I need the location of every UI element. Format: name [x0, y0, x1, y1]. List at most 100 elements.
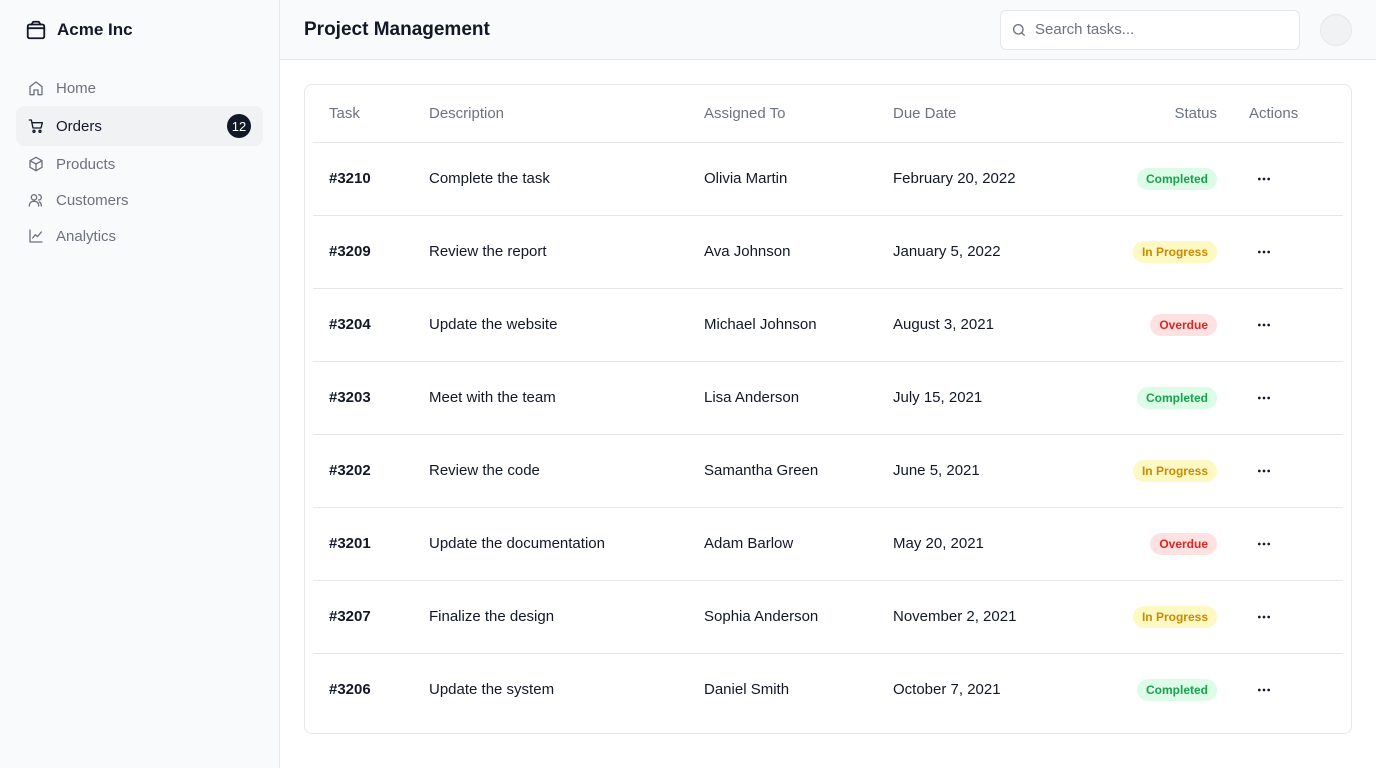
task-description: Update the website: [429, 288, 704, 362]
sidebar-item-customers[interactable]: Customers: [16, 182, 263, 218]
sidebar-item-products[interactable]: Products: [16, 146, 263, 182]
sidebar-item-label: Customers: [56, 191, 129, 209]
main-area: Project Management Task Description Assi…: [280, 0, 1376, 768]
home-icon: [28, 80, 44, 96]
more-horizontal-icon: [1258, 469, 1270, 472]
more-actions-button[interactable]: [1252, 313, 1276, 337]
sidebar-item-analytics[interactable]: Analytics: [16, 218, 263, 254]
task-description: Meet with the team: [429, 361, 704, 435]
task-id: #3203: [313, 361, 429, 435]
more-horizontal-icon: [1258, 688, 1270, 692]
task-assignee: Sophia Anderson: [704, 580, 893, 654]
brand-name: Acme Inc: [57, 20, 133, 39]
task-status-cell: Overdue: [1098, 507, 1233, 581]
task-id: #3201: [313, 507, 429, 581]
task-actions-cell: [1233, 288, 1343, 362]
task-due-date: May 20, 2021: [893, 507, 1098, 581]
more-actions-button[interactable]: [1252, 386, 1276, 410]
more-horizontal-icon: [1258, 396, 1270, 399]
top-bar: Project Management: [280, 0, 1376, 60]
task-due-date: November 2, 2021: [893, 580, 1098, 654]
task-due-date: February 20, 2022: [893, 142, 1098, 216]
more-actions-button[interactable]: [1252, 459, 1276, 483]
status-badge: Overdue: [1150, 532, 1217, 555]
task-due-date: August 3, 2021: [893, 288, 1098, 362]
sidebar-item-label: Products: [56, 155, 116, 173]
more-actions-button[interactable]: [1252, 167, 1276, 191]
table-row[interactable]: #3204 Update the website Michael Johnson Au…: [313, 288, 1343, 362]
more-actions-button[interactable]: [1252, 605, 1276, 629]
more-horizontal-icon: [1258, 177, 1270, 180]
more-horizontal-icon: [1258, 615, 1270, 618]
task-id: #3209: [313, 215, 429, 289]
more-actions-button[interactable]: [1252, 678, 1276, 702]
task-assignee: Ava Johnson: [704, 215, 893, 289]
task-description: Review the code: [429, 434, 704, 508]
table-row[interactable]: #3207 Finalize the design Sophia Anderson N…: [313, 580, 1343, 654]
task-assignee: Lisa Anderson: [704, 361, 893, 435]
table-body: #3210 Complete the task Olivia Martin Febru…: [313, 142, 1343, 726]
column-header-actions: Actions: [1233, 85, 1343, 143]
brand[interactable]: Acme Inc: [0, 0, 279, 60]
task-status-cell: Overdue: [1098, 288, 1233, 362]
more-horizontal-icon: [1258, 542, 1270, 545]
status-badge: Completed: [1136, 386, 1217, 409]
table-row[interactable]: #3202 Review the code Samantha Green June 5…: [313, 434, 1343, 508]
task-actions-cell: [1233, 580, 1343, 654]
tasks-table: Task Description Assigned To Due Date St…: [313, 85, 1343, 726]
more-horizontal-icon: [1258, 323, 1270, 326]
task-description: Finalize the design: [429, 580, 704, 654]
task-assignee: Adam Barlow: [704, 507, 893, 581]
task-status-cell: In Progress: [1098, 580, 1233, 654]
box-icon: [28, 156, 44, 172]
column-header-description: Description: [429, 85, 704, 143]
cart-icon: [28, 118, 44, 134]
more-actions-button[interactable]: [1252, 240, 1276, 264]
table-row[interactable]: #3209 Review the report Ava Johnson January…: [313, 215, 1343, 289]
more-actions-button[interactable]: [1252, 532, 1276, 556]
search-box[interactable]: [1000, 9, 1300, 50]
table-row[interactable]: #3206 Update the system Daniel Smith Octobe…: [313, 653, 1343, 726]
task-description: Review the report: [429, 215, 704, 289]
task-description: Update the documentation: [429, 507, 704, 581]
sidebar-nav: Home Orders 12 Products Customers Analyt…: [0, 60, 279, 254]
status-badge: Completed: [1136, 167, 1217, 190]
avatar[interactable]: [1320, 13, 1352, 46]
task-assignee: Michael Johnson: [704, 288, 893, 362]
status-badge: Completed: [1136, 678, 1217, 701]
task-id: #3204: [313, 288, 429, 362]
page-title: Project Management: [304, 18, 490, 40]
task-actions-cell: [1233, 142, 1343, 216]
task-description: Update the system: [429, 681, 555, 699]
sidebar-item-home[interactable]: Home: [16, 70, 263, 106]
sidebar-item-label: Orders: [56, 117, 102, 135]
table-row[interactable]: #3210 Complete the task Olivia Martin Febru…: [313, 142, 1343, 216]
task-actions-cell: [1233, 361, 1343, 435]
table-row[interactable]: #3201 Update the documentation Adam Barlow…: [313, 507, 1343, 581]
status-badge: In Progress: [1132, 605, 1217, 628]
sidebar-item-label: Analytics: [56, 227, 117, 245]
task-status-cell: In Progress: [1098, 215, 1233, 289]
more-horizontal-icon: [1258, 250, 1270, 253]
package-icon: [25, 19, 47, 41]
column-header-task: Task: [313, 85, 429, 143]
sidebar-item-orders[interactable]: Orders 12: [16, 106, 263, 146]
task-id: #3210: [313, 142, 429, 216]
task-id: #3202: [313, 434, 429, 508]
users-icon: [28, 192, 44, 208]
task-assignee: Daniel Smith: [704, 681, 790, 699]
search-input[interactable]: [1035, 21, 1289, 38]
task-id: #3207: [313, 580, 429, 654]
task-actions-cell: [1233, 434, 1343, 508]
status-badge: In Progress: [1132, 459, 1217, 482]
task-actions-cell: [1233, 215, 1343, 289]
task-status-cell: Completed: [1098, 361, 1233, 435]
task-status-cell: In Progress: [1098, 434, 1233, 508]
line-chart-icon: [28, 228, 44, 244]
column-header-assigned-to: Assigned To: [704, 85, 893, 143]
table-row[interactable]: #3203 Meet with the team Lisa Anderson July…: [313, 361, 1343, 435]
content: Task Description Assigned To Due Date St…: [280, 60, 1376, 758]
task-due-date: July 15, 2021: [893, 361, 1098, 435]
task-actions-cell: [1233, 653, 1343, 726]
task-id: #3206: [329, 681, 371, 699]
